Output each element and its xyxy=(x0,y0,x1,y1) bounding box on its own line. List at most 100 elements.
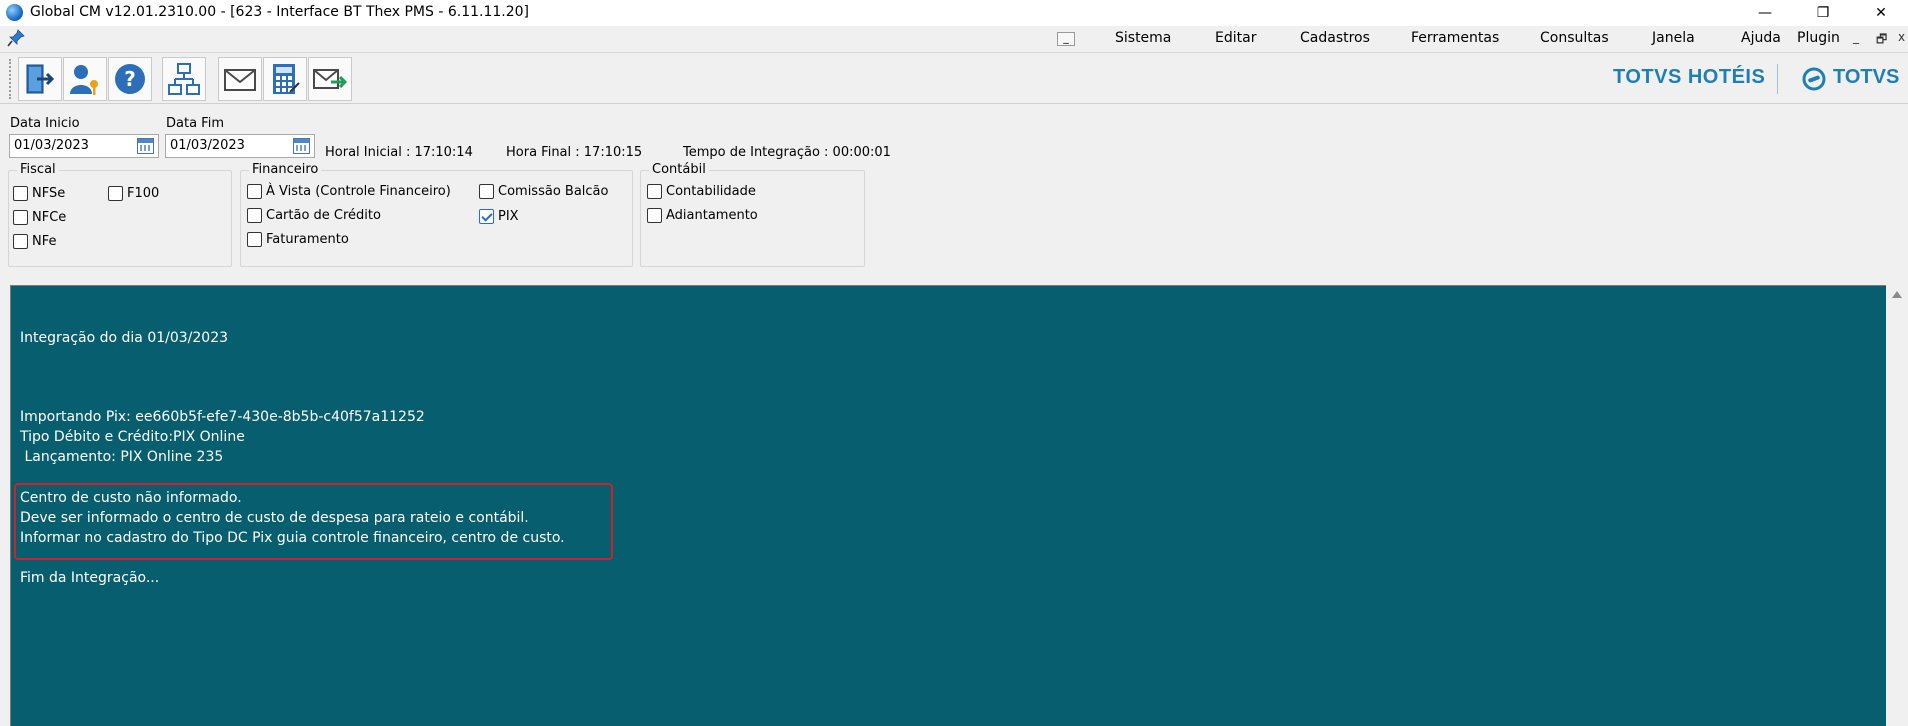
calculator-icon xyxy=(273,64,300,94)
menu-bar: _ Sistema Editar Cadastros Ferramentas C… xyxy=(0,26,1908,50)
brand-totvs-hoteis: TOTVS HOTÉIS xyxy=(1613,66,1766,88)
menu-janela[interactable]: Janela xyxy=(1652,30,1695,46)
checkbox-cartao-credito[interactable]: Cartão de Crédito xyxy=(247,208,381,223)
checkbox-box[interactable] xyxy=(13,210,28,225)
mdi-minimize-button[interactable]: _ xyxy=(1853,30,1859,44)
menu-editar[interactable]: Editar xyxy=(1215,30,1256,46)
send-mail-icon xyxy=(313,69,347,89)
fiscal-group-title: Fiscal xyxy=(17,162,59,177)
restore-button[interactable]: ❐ xyxy=(1800,0,1846,26)
checkbox-label: PIX xyxy=(498,209,519,224)
title-bar: Global CM v12.01.2310.00 - [623 - Interf… xyxy=(0,0,1908,26)
checkbox-nfse[interactable]: NFSe xyxy=(13,186,65,201)
network-icon xyxy=(168,63,200,95)
checkbox-nfce[interactable]: NFCe xyxy=(13,210,66,225)
totvs-logo-icon xyxy=(1802,67,1826,91)
checkbox-f100[interactable]: F100 xyxy=(108,186,159,201)
checkbox-adiantamento[interactable]: Adiantamento xyxy=(647,208,758,223)
menu-cadastros[interactable]: Cadastros xyxy=(1300,30,1370,46)
mail-button[interactable] xyxy=(218,57,262,101)
data-fim-value: 01/03/2023 xyxy=(170,138,245,153)
menu-ferramentas[interactable]: Ferramentas xyxy=(1411,30,1499,46)
checkbox-box-checked[interactable] xyxy=(479,209,494,224)
help-button[interactable]: ? xyxy=(108,57,152,101)
toolbar-grip[interactable] xyxy=(9,59,13,99)
checkbox-label: Contabilidade xyxy=(666,184,756,199)
log-line-fim: Fim da Integração... xyxy=(20,570,160,586)
data-fim-field[interactable]: 01/03/2023 xyxy=(165,134,315,158)
checkbox-pix[interactable]: PIX xyxy=(479,209,519,224)
checkbox-box[interactable] xyxy=(647,208,662,223)
financeiro-group: Financeiro À Vista (Controle Financeiro)… xyxy=(240,162,633,267)
log-line-error-1: Centro de custo não informado. xyxy=(20,490,242,506)
menu-minimize-box[interactable]: _ xyxy=(1057,32,1075,46)
checkbox-a-vista[interactable]: À Vista (Controle Financeiro) xyxy=(247,184,451,199)
help-icon: ? xyxy=(115,64,145,94)
mdi-close-button[interactable]: x xyxy=(1898,30,1905,44)
calendar-icon[interactable] xyxy=(293,138,310,154)
checkbox-label: Comissão Balcão xyxy=(498,184,609,199)
log-scrollbar[interactable] xyxy=(1886,285,1908,726)
data-inicio-label: Data Inicio xyxy=(10,116,80,131)
checkbox-label: F100 xyxy=(127,186,160,201)
brand-totvs: TOTVS xyxy=(1833,66,1900,88)
user-key-button[interactable] xyxy=(63,57,107,101)
checkbox-comissao-balcao[interactable]: Comissão Balcão xyxy=(479,184,608,199)
envelope-icon xyxy=(224,69,256,91)
checkbox-label: NFCe xyxy=(32,210,67,225)
integration-log[interactable]: Integração do dia 01/03/2023 Importando … xyxy=(10,285,1886,726)
checkbox-box[interactable] xyxy=(13,234,28,249)
checkbox-box[interactable] xyxy=(108,186,123,201)
app-globe-icon xyxy=(6,4,23,21)
data-inicio-field[interactable]: 01/03/2023 xyxy=(9,134,159,158)
menu-sistema[interactable]: Sistema xyxy=(1115,30,1171,46)
log-line-lancamento: Lançamento: PIX Online 235 xyxy=(20,449,224,465)
checkbox-box[interactable] xyxy=(247,184,262,199)
checkbox-label: NFe xyxy=(32,234,57,249)
window-title: Global CM v12.01.2310.00 - [623 - Interf… xyxy=(30,4,529,20)
checkbox-box[interactable] xyxy=(479,184,494,199)
financeiro-group-title: Financeiro xyxy=(249,162,322,177)
scroll-up-arrow-icon[interactable] xyxy=(1892,291,1902,298)
close-button[interactable]: ✕ xyxy=(1858,0,1904,26)
mdi-restore-button[interactable]: 🗗 xyxy=(1876,30,1887,51)
calculator-button[interactable] xyxy=(263,57,307,101)
menu-consultas[interactable]: Consultas xyxy=(1540,30,1609,46)
tempo-integracao-text: Tempo de Integração : 00:00:01 xyxy=(683,145,891,160)
brand-separator xyxy=(1777,64,1778,94)
checkbox-box[interactable] xyxy=(647,184,662,199)
log-line-title: Integração do dia 01/03/2023 xyxy=(20,330,229,346)
checkbox-label: Adiantamento xyxy=(666,208,758,223)
checkbox-label: Cartão de Crédito xyxy=(266,208,381,223)
checkbox-label: Faturamento xyxy=(266,232,349,247)
pin-icon[interactable] xyxy=(6,28,26,48)
checkbox-faturamento[interactable]: Faturamento xyxy=(247,232,349,247)
checkbox-label: NFSe xyxy=(32,186,66,201)
checkbox-box[interactable] xyxy=(247,232,262,247)
svg-text:?: ? xyxy=(124,67,136,91)
menu-plugin[interactable]: Plugin xyxy=(1797,30,1840,46)
fiscal-group: Fiscal NFSe F100 NFCe NFe xyxy=(8,162,232,267)
data-fim-label: Data Fim xyxy=(166,116,224,131)
calendar-icon[interactable] xyxy=(137,138,154,154)
hora-final-text: Hora Final : 17:10:15 xyxy=(506,145,643,160)
log-line-error-2: Deve ser informado o centro de custo de … xyxy=(20,510,529,526)
log-line-tipo-dc: Tipo Débito e Crédito:PIX Online xyxy=(20,429,245,445)
checkbox-nfe[interactable]: NFe xyxy=(13,234,57,249)
exit-door-icon xyxy=(26,64,55,94)
checkbox-label: À Vista (Controle Financeiro) xyxy=(266,184,451,199)
checkbox-box[interactable] xyxy=(247,208,262,223)
log-line-importando-pix: Importando Pix: ee660b5f-efe7-430e-8b5b-… xyxy=(20,409,425,425)
checkbox-contabilidade[interactable]: Contabilidade xyxy=(647,184,756,199)
send-mail-button[interactable] xyxy=(308,57,352,101)
exit-button[interactable] xyxy=(18,57,62,101)
hora-inicial-text: Horal Inicial : 17:10:14 xyxy=(325,145,473,160)
minimize-button[interactable]: — xyxy=(1742,0,1788,26)
checkbox-box[interactable] xyxy=(13,186,28,201)
contabil-group-title: Contábil xyxy=(649,162,709,177)
network-button[interactable] xyxy=(162,57,206,101)
user-key-icon xyxy=(70,65,98,95)
log-line-error-3: Informar no cadastro do Tipo DC Pix guia… xyxy=(20,530,565,546)
data-inicio-value: 01/03/2023 xyxy=(14,138,89,153)
menu-ajuda[interactable]: Ajuda xyxy=(1741,30,1781,46)
